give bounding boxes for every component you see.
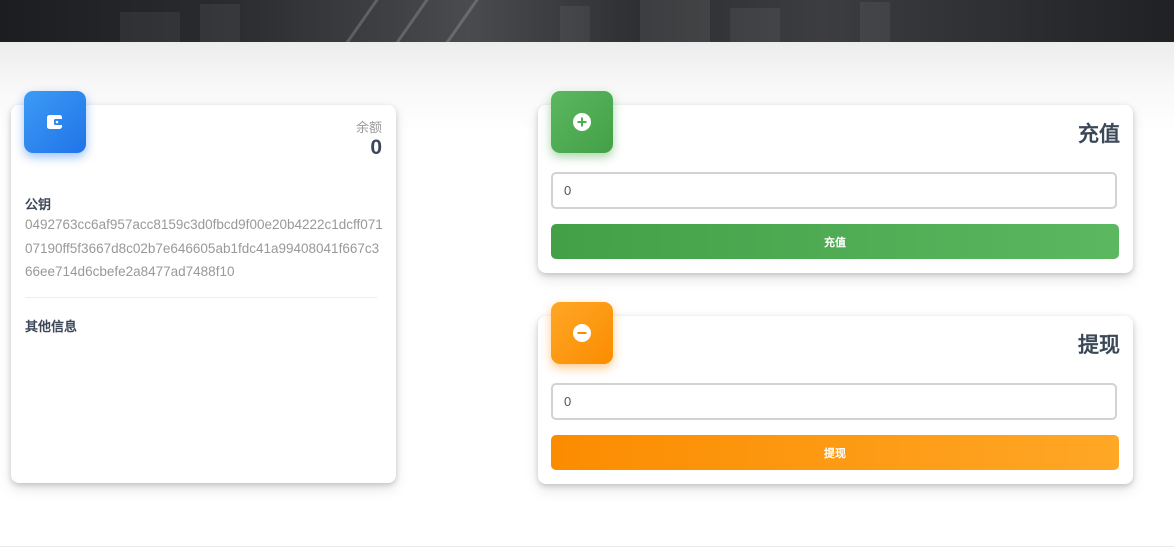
footer-divider bbox=[0, 546, 1174, 547]
remove-circle-icon bbox=[551, 302, 613, 364]
header-banner-image bbox=[0, 0, 1174, 42]
pubkey-value: 0492763cc6af957acc8159c3d0fbcd9f00e20b42… bbox=[25, 217, 383, 279]
pubkey-title: 公钥 bbox=[25, 197, 52, 212]
deposit-amount-input[interactable] bbox=[551, 172, 1117, 209]
withdraw-card: 提现 提现 bbox=[538, 302, 1133, 484]
deposit-button[interactable]: 充值 bbox=[551, 224, 1119, 259]
withdraw-amount-input[interactable] bbox=[551, 383, 1117, 420]
withdraw-button[interactable]: 提现 bbox=[551, 435, 1119, 470]
add-circle-icon bbox=[551, 91, 613, 153]
other-info-title: 其他信息 bbox=[25, 319, 78, 334]
wallet-icon bbox=[24, 91, 86, 153]
deposit-title: 充值 bbox=[1078, 123, 1120, 146]
wallet-card: 余额 0 公钥 0492763cc6af957acc8159c3d0fbcd9f… bbox=[11, 91, 396, 483]
balance-value: 0 bbox=[370, 136, 382, 159]
divider bbox=[25, 297, 377, 298]
balance-label: 余额 bbox=[355, 120, 382, 135]
withdraw-title: 提现 bbox=[1078, 334, 1120, 357]
deposit-card: 充值 充值 bbox=[538, 91, 1133, 273]
